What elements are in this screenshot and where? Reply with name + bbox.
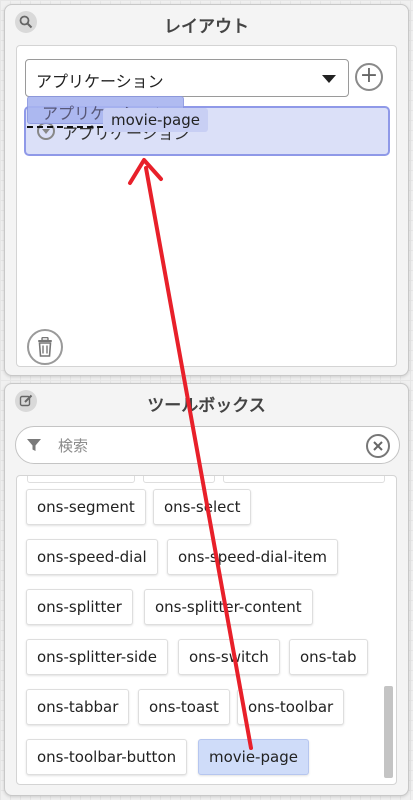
layout-panel-title: レイアウト [164, 17, 249, 37]
trash-icon [38, 337, 52, 357]
toolbox-item-selected[interactable]: movie-page [198, 739, 309, 775]
toolbox-item[interactable]: ons-toolbar [237, 689, 345, 725]
toolbox-item[interactable]: ons-tab [289, 639, 368, 675]
list-item-partial [27, 476, 135, 483]
list-item-partial [223, 476, 385, 483]
add-page-button[interactable]: + [355, 63, 383, 91]
toolbox-list[interactable]: ons-segment ons-select ons-speed-dial on… [16, 475, 397, 785]
toolbox-panel-title: ツールボックス [147, 396, 266, 416]
toolbox-item[interactable]: ons-speed-dial-item [167, 539, 338, 575]
toolbox-item[interactable]: ons-speed-dial [26, 539, 158, 575]
plus-circle-icon: + [359, 63, 379, 88]
toolbox-item[interactable]: ons-toolbar-button [26, 739, 188, 775]
page-select-value: アプリケーション [36, 72, 164, 91]
toolbox-item[interactable]: ons-splitter-content [144, 589, 313, 625]
search-input[interactable] [56, 433, 360, 459]
delete-button[interactable] [27, 329, 63, 365]
chevron-down-icon [322, 75, 336, 83]
clear-search-button[interactable] [366, 434, 390, 458]
toolbox-item[interactable]: ons-tabbar [26, 689, 130, 725]
drop-indicator-line [27, 126, 103, 128]
toolbox-item[interactable]: ons-toast [138, 689, 230, 725]
drag-tooltip: movie-page [103, 108, 208, 132]
filter-icon [27, 439, 41, 451]
toolbox-item[interactable]: ons-splitter-side [26, 639, 168, 675]
toolbox-item[interactable]: ons-switch [178, 639, 280, 675]
toolbox-item[interactable]: ons-segment [26, 489, 146, 525]
layout-panel-body: アプリケーション + アプリケーション アプリケーション movie-page [16, 45, 397, 367]
close-icon [373, 441, 383, 451]
toolbox-search [15, 426, 400, 464]
layout-panel: レイアウト アプリケーション + アプリケーション アプリケーション movie… [4, 4, 409, 376]
list-item-partial [143, 476, 215, 483]
layout-panel-header: レイアウト [5, 5, 408, 39]
toolbox-panel-header: ツールボックス [5, 384, 408, 418]
toolbox-item[interactable]: ons-select [153, 489, 252, 525]
page-select[interactable]: アプリケーション [25, 59, 349, 97]
scrollbar-thumb[interactable] [384, 686, 393, 778]
toolbox-panel: ツールボックス ons-segment ons-select ons-speed… [4, 383, 409, 796]
toolbox-item[interactable]: ons-splitter [26, 589, 133, 625]
expand-toggle-icon[interactable] [37, 122, 55, 140]
